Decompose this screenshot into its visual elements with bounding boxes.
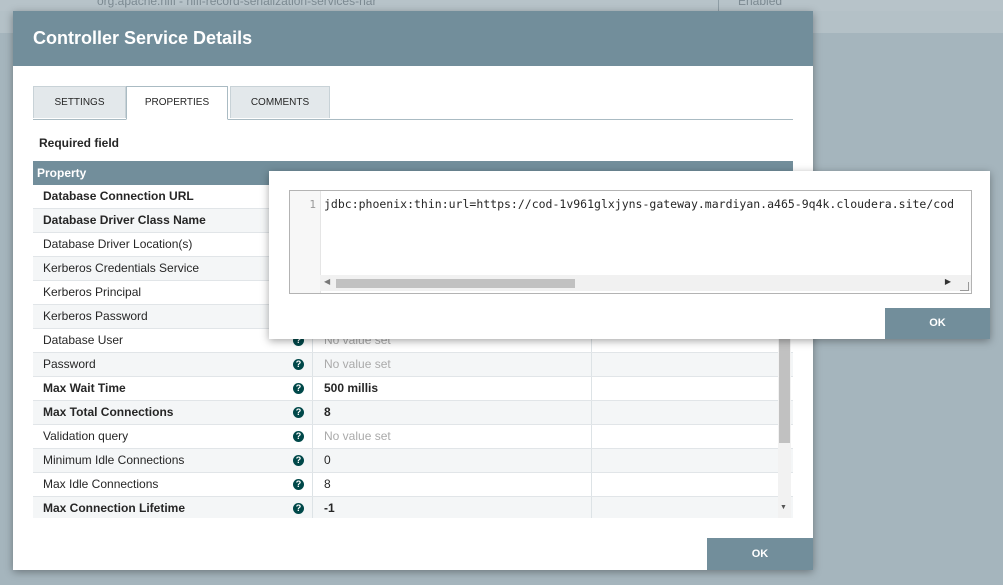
editor-ok-button[interactable]: OK [885, 308, 990, 339]
column-divider [312, 473, 313, 496]
column-divider [312, 449, 313, 472]
dialog-ok-button[interactable]: OK [707, 538, 813, 570]
dialog-title: Controller Service Details [13, 11, 813, 66]
property-name: Database Connection URL [43, 189, 194, 203]
scroll-right-arrow-icon[interactable]: ▶ [945, 277, 951, 286]
column-divider [591, 353, 592, 376]
table-row[interactable]: Password? No value set [33, 353, 793, 377]
line-gutter: 1 [290, 191, 321, 293]
line-number: 1 [309, 198, 316, 211]
table-row[interactable]: Max Wait Time? 500 millis [33, 377, 793, 401]
property-name: Max Total Connections [43, 405, 174, 419]
background-status: Enabled [738, 0, 783, 8]
property-name: Max Connection Lifetime [43, 501, 186, 515]
property-value[interactable]: -1 [324, 497, 335, 518]
tab-properties[interactable]: PROPERTIES [126, 86, 228, 120]
property-name: Max Wait Time [43, 381, 126, 395]
background-row-text: org.apache.nifi - nifi-record-serializat… [97, 0, 377, 8]
help-icon[interactable]: ? [293, 503, 304, 514]
tab-settings[interactable]: SETTINGS [33, 86, 126, 118]
column-divider [312, 425, 313, 448]
help-icon[interactable]: ? [293, 431, 304, 442]
required-field-label: Required field [39, 136, 120, 150]
scroll-down-arrow-icon[interactable]: ▼ [780, 504, 787, 511]
property-value-editor: 1 jdbc:phoenix:thin:url=https://cod-1v96… [269, 171, 990, 339]
table-row[interactable]: Minimum Idle Connections? 0 [33, 449, 793, 473]
property-value[interactable]: 500 millis [324, 377, 378, 400]
property-name: Validation query [43, 429, 129, 443]
property-name: Minimum Idle Connections [43, 453, 185, 467]
tab-bar: SETTINGS PROPERTIES COMMENTS [33, 86, 793, 120]
column-divider [591, 497, 592, 518]
help-icon[interactable]: ? [293, 455, 304, 466]
column-divider [312, 353, 313, 376]
column-divider [591, 377, 592, 400]
property-name: Database Driver Class Name [43, 213, 206, 227]
code-text[interactable]: jdbc:phoenix:thin:url=https://cod-1v961g… [324, 197, 954, 211]
property-value[interactable]: 8 [324, 473, 331, 496]
code-editor[interactable]: 1 jdbc:phoenix:thin:url=https://cod-1v96… [289, 190, 972, 294]
column-divider [591, 449, 592, 472]
table-row[interactable]: Max Total Connections? 8 [33, 401, 793, 425]
property-value[interactable]: No value set [324, 353, 391, 376]
resize-handle-icon[interactable] [960, 282, 969, 291]
column-divider [312, 377, 313, 400]
column-divider [591, 401, 592, 424]
column-divider [591, 473, 592, 496]
help-icon[interactable]: ? [293, 407, 304, 418]
column-divider [312, 401, 313, 424]
property-name: Max Idle Connections [43, 477, 159, 491]
property-name: Database Driver Location(s) [43, 237, 193, 251]
scroll-left-arrow-icon[interactable]: ◀ [324, 277, 330, 286]
table-row[interactable]: Validation query? No value set [33, 425, 793, 449]
property-name: Kerberos Password [43, 309, 148, 323]
column-divider [591, 425, 592, 448]
horizontal-scrollbar-thumb[interactable] [336, 279, 575, 288]
table-row[interactable]: Max Connection Lifetime? -1 [33, 497, 793, 518]
background-divider [718, 0, 719, 11]
table-scrollbar-thumb[interactable] [779, 331, 790, 443]
tab-comments[interactable]: COMMENTS [230, 86, 330, 118]
property-value[interactable]: 8 [324, 401, 331, 424]
horizontal-scrollbar[interactable]: ◀ ▶ [320, 275, 971, 291]
help-icon[interactable]: ? [293, 479, 304, 490]
property-name: Kerberos Principal [43, 285, 142, 299]
help-icon[interactable]: ? [293, 359, 304, 370]
background-row: org.apache.nifi - nifi-record-serializat… [0, 0, 1003, 11]
property-name: Password [43, 357, 96, 371]
table-row[interactable]: Max Idle Connections? 8 [33, 473, 793, 497]
property-name: Kerberos Credentials Service [43, 261, 200, 275]
help-icon[interactable]: ? [293, 383, 304, 394]
property-name: Database User [43, 333, 124, 347]
property-value[interactable]: 0 [324, 449, 331, 472]
property-value[interactable]: No value set [324, 425, 391, 448]
column-divider [312, 497, 313, 518]
